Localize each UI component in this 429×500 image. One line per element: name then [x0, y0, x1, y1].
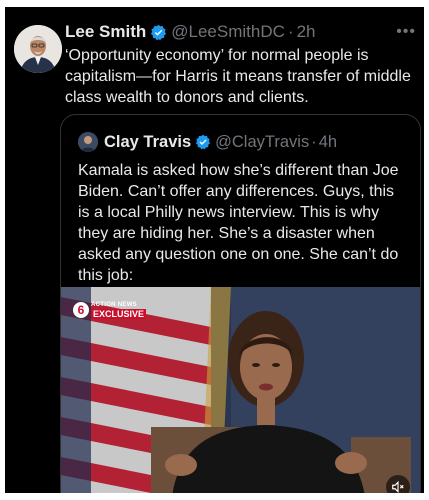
post-header: Lee Smith @LeeSmithDC · 2h [65, 21, 315, 43]
video-player[interactable]: 6 ACTION NEWS EXCLUSIVE [61, 287, 420, 493]
author-avatar[interactable] [14, 25, 62, 73]
tweet-frame: Lee Smith @LeeSmithDC · 2h ••• ‘Opportun… [5, 7, 424, 493]
post-text: ‘Opportunity economy’ for normal people … [65, 47, 411, 106]
post-timestamp[interactable]: 2h [297, 22, 316, 42]
more-horizontal-icon[interactable]: ••• [396, 23, 416, 41]
news-badge: 6 ACTION NEWS EXCLUSIVE [73, 299, 147, 321]
quoted-author-name: Clay Travis [104, 132, 192, 151]
badge-top-text: ACTION NEWS [91, 302, 137, 308]
separator-dot: · [311, 132, 317, 151]
action-bar [65, 488, 417, 493]
author-handle[interactable]: @LeeSmithDC [171, 22, 285, 42]
quoted-post-text: Kamala is asked how she’s different than… [78, 162, 399, 284]
quoted-author-handle: @ClayTravis [215, 132, 310, 151]
verified-badge-icon [150, 24, 167, 41]
quoted-author-avatar [78, 132, 98, 152]
quoted-post-timestamp: 4h [318, 132, 338, 151]
badge-bottom-text: EXCLUSIVE [91, 309, 147, 319]
news-badge-text: ACTION NEWS EXCLUSIVE [91, 301, 147, 319]
quoted-post-header: Clay Travis @ClayTravis · 4h [78, 131, 337, 153]
quoted-post[interactable]: Clay Travis @ClayTravis · 4h Kamala is a… [60, 114, 421, 493]
abc-circle-logo: 6 [73, 302, 89, 318]
author-name[interactable]: Lee Smith [65, 22, 146, 42]
verified-badge-icon [195, 134, 211, 150]
separator-dot: · [287, 22, 294, 41]
